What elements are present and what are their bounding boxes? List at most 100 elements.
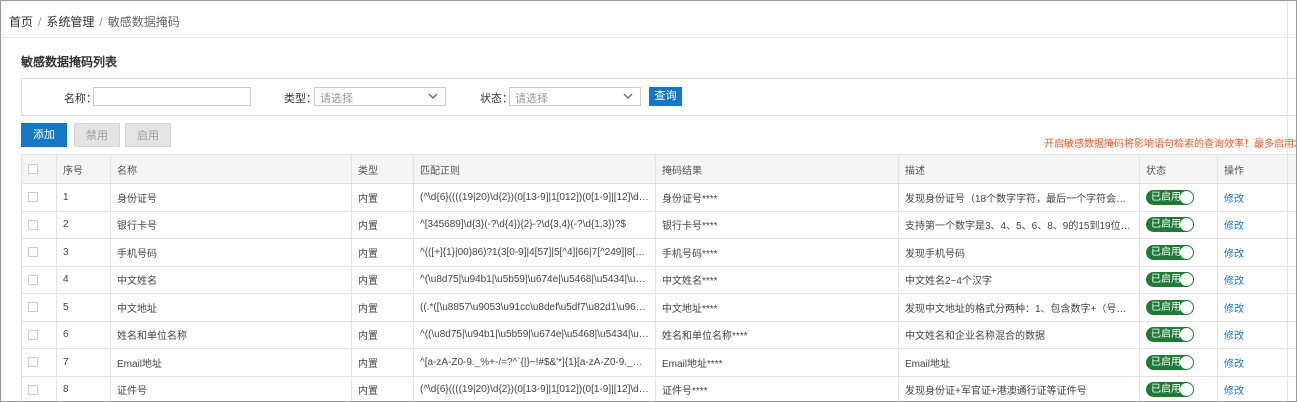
column-header-action: 操作: [1217, 154, 1296, 184]
cell-action: 修改: [1217, 183, 1296, 212]
table-row: 1 身份证号 内置 (^\d{6}((((19|20)\d{2})(0[13-9…: [21, 183, 1296, 212]
breadcrumb-section[interactable]: 系统管理: [46, 15, 94, 29]
status-toggle[interactable]: 已启用: [1146, 244, 1194, 260]
row-checkbox[interactable]: [28, 274, 38, 285]
status-toggle-label: 已启用: [1151, 274, 1181, 286]
row-select-cell: [21, 265, 57, 294]
table-row: 6 姓名和单位名称 内置 ^((\u8d75|\u94b1|\u5b59|\u6…: [21, 320, 1296, 349]
cell-mask: 银行卡号****: [655, 210, 899, 239]
cell-mask: 姓名和单位名称****: [655, 320, 899, 349]
status-toggle-label: 已启用: [1151, 329, 1181, 341]
cell-regex: ((.*([\u8857\u9053\u91cc\u8def\u5df7\u82…: [413, 293, 656, 322]
row-checkbox[interactable]: [28, 302, 38, 313]
status-toggle-label: 已启用: [1151, 191, 1181, 203]
status-toggle-label: 已启用: [1151, 246, 1181, 258]
cell-index: 7: [56, 348, 111, 377]
status-toggle-label: 已启用: [1151, 219, 1181, 231]
header-divider: [1, 37, 1296, 38]
edit-link[interactable]: 修改: [1224, 276, 1244, 287]
cell-status: 已启用: [1139, 265, 1218, 294]
cell-name: 中文地址: [110, 293, 352, 322]
name-filter-input[interactable]: [93, 87, 251, 106]
type-filter-placeholder: 请选择: [320, 93, 353, 105]
cell-desc: 发现手机号码: [898, 238, 1140, 267]
select-all-cell: [21, 154, 57, 184]
cell-status: 已启用: [1139, 210, 1218, 239]
breadcrumb-current: 敏感数据掩码: [107, 15, 180, 29]
cell-desc: 发现身份证号（18个数字字符，最后一个字符会存在...: [898, 183, 1140, 212]
row-checkbox[interactable]: [28, 192, 38, 203]
column-header-status: 状态: [1139, 154, 1218, 184]
cell-desc: 支持第一个数字是3、4、5、6、8、9的15到19位银行...: [898, 210, 1140, 239]
row-checkbox[interactable]: [28, 219, 38, 230]
type-filter-select[interactable]: 请选择: [314, 87, 446, 106]
type-filter-label: 类型：: [284, 93, 317, 105]
cell-name: 证件号: [110, 375, 352, 401]
cell-name: 银行卡号: [110, 210, 352, 239]
toggle-knob: [1180, 300, 1193, 314]
disable-button[interactable]: 禁用: [74, 123, 120, 147]
status-toggle[interactable]: 已启用: [1146, 327, 1194, 343]
row-checkbox[interactable]: [28, 384, 38, 395]
breadcrumb: 首页 / 系统管理 / 敏感数据掩码: [9, 13, 180, 30]
cell-desc: Email地址: [898, 348, 1140, 377]
status-toggle[interactable]: 已启用: [1146, 189, 1194, 205]
breadcrumb-home[interactable]: 首页: [9, 15, 33, 29]
enable-button[interactable]: 启用: [125, 123, 171, 147]
cell-regex: ^(\u8d75|\u94b1|\u5b59|\u674e|\u5468|\u5…: [413, 265, 656, 294]
row-select-cell: [21, 183, 57, 212]
cell-status: 已启用: [1139, 375, 1218, 401]
status-toggle-label: 已启用: [1151, 301, 1181, 313]
table-row: 7 Email地址 内置 ^[a-zA-Z0-9._%+-/=?^`{|}~!#…: [21, 348, 1296, 377]
status-filter-select[interactable]: 请选择: [509, 87, 641, 106]
cell-index: 4: [56, 265, 111, 294]
scrollbar-track[interactable]: [1287, 1, 1288, 401]
cell-index: 3: [56, 238, 111, 267]
cell-type: 内置: [351, 238, 414, 267]
mask-table: 序号 名称 类型 匹配正则 掩码结果 描述 状态 操作 1 身份证号 内置 (^…: [21, 154, 1296, 401]
search-button[interactable]: 查询: [649, 87, 682, 106]
cell-status: 已启用: [1139, 293, 1218, 322]
table-row: 4 中文姓名 内置 ^(\u8d75|\u94b1|\u5b59|\u674e|…: [21, 265, 1296, 294]
edit-link[interactable]: 修改: [1224, 304, 1244, 315]
cell-name: 姓名和单位名称: [110, 320, 352, 349]
edit-link[interactable]: 修改: [1224, 221, 1244, 232]
cell-action: 修改: [1217, 375, 1296, 401]
toggle-knob: [1180, 218, 1193, 232]
edit-link[interactable]: 修改: [1224, 331, 1244, 342]
row-checkbox[interactable]: [28, 329, 38, 340]
cell-name: Email地址: [110, 348, 352, 377]
cell-index: 8: [56, 375, 111, 401]
status-toggle[interactable]: 已启用: [1146, 272, 1194, 288]
add-button[interactable]: 添加: [21, 123, 67, 147]
cell-name: 手机号码: [110, 238, 352, 267]
cell-type: 内置: [351, 293, 414, 322]
toggle-knob: [1180, 273, 1193, 287]
cell-regex: ^[345689]\d{3}(-?\d{4}){2}-?\d{3,4}(-?\d…: [413, 210, 656, 239]
table-row: 2 银行卡号 内置 ^[345689]\d{3}(-?\d{4}){2}-?\d…: [21, 210, 1296, 239]
column-header-index: 序号: [56, 154, 111, 184]
edit-link[interactable]: 修改: [1224, 359, 1244, 370]
edit-link[interactable]: 修改: [1224, 249, 1244, 260]
cell-type: 内置: [351, 348, 414, 377]
select-all-checkbox[interactable]: [28, 163, 38, 174]
status-toggle[interactable]: 已启用: [1146, 382, 1194, 398]
cell-status: 已启用: [1139, 320, 1218, 349]
status-toggle[interactable]: 已启用: [1146, 217, 1194, 233]
status-toggle[interactable]: 已启用: [1146, 354, 1194, 370]
cell-regex: ^(([+]{1}|00)86)?1(3[0-9]|4[57]|5[^4]|66…: [413, 238, 656, 267]
table-row: 5 中文地址 内置 ((.*([\u8857\u9053\u91cc\u8def…: [21, 293, 1296, 322]
edit-link[interactable]: 修改: [1224, 194, 1244, 205]
cell-index: 6: [56, 320, 111, 349]
edit-link[interactable]: 修改: [1224, 386, 1244, 397]
cell-type: 内置: [351, 320, 414, 349]
table-row: 3 手机号码 内置 ^(([+]{1}|00)86)?1(3[0-9]|4[57…: [21, 238, 1296, 267]
row-checkbox[interactable]: [28, 247, 38, 258]
cell-mask: Email地址****: [655, 348, 899, 377]
cell-name: 身份证号: [110, 183, 352, 212]
cell-desc: 发现中文地址的格式分两种：1、包含数字+（号楼|...: [898, 293, 1140, 322]
status-toggle[interactable]: 已启用: [1146, 299, 1194, 315]
toggle-knob: [1180, 245, 1193, 259]
toggle-knob: [1180, 190, 1193, 204]
row-checkbox[interactable]: [28, 357, 38, 368]
